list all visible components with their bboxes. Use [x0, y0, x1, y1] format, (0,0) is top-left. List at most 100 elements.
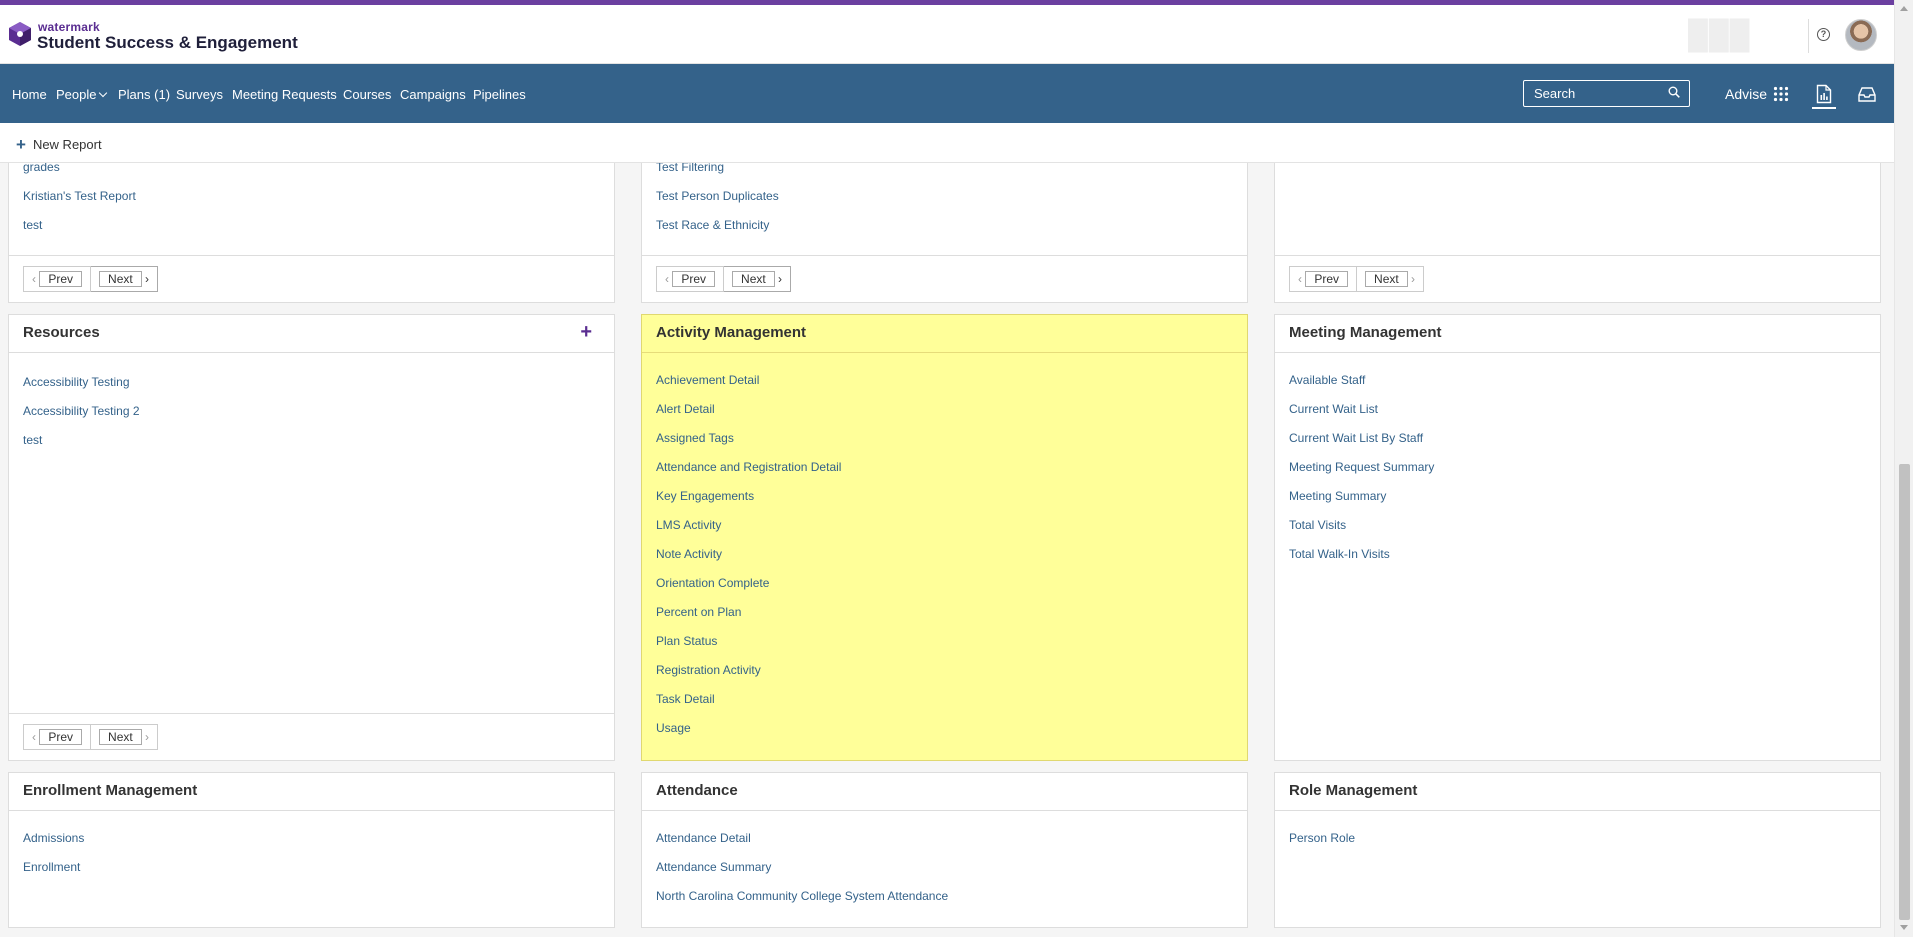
report-panel-activity-management: Activity Management Achievement Detail A…: [641, 314, 1248, 761]
nav-surveys[interactable]: Surveys: [176, 87, 223, 102]
report-link-admissions[interactable]: Admissions: [23, 831, 84, 860]
report-link-test-race-ethnicity[interactable]: Test Race & Ethnicity: [656, 218, 779, 247]
panel-title: Role Management: [1289, 782, 1418, 799]
report-list: grades Kristian's Test Report test: [23, 160, 136, 247]
report-link-accessibility-testing-2[interactable]: Accessibility Testing 2: [23, 404, 140, 433]
report-link-test[interactable]: test: [23, 433, 140, 462]
inbox-icon[interactable]: [1858, 86, 1876, 102]
report-link-attendance-summary[interactable]: Attendance Summary: [656, 860, 948, 889]
panel-title: Activity Management: [656, 324, 807, 341]
scrollbar-thumb[interactable]: [1899, 464, 1910, 920]
report-panel-role-management: Role Management Person Role: [1274, 772, 1881, 928]
scroll-up-arrow-icon[interactable]: [1900, 6, 1908, 11]
report-link-grades[interactable]: grades: [23, 160, 136, 189]
scroll-down-arrow-icon[interactable]: [1900, 925, 1908, 930]
prev-button[interactable]: ‹ Prev: [23, 266, 92, 292]
report-link-kristians-test-report[interactable]: Kristian's Test Report: [23, 189, 136, 218]
report-link-note-activity[interactable]: Note Activity: [656, 547, 841, 576]
report-list: Admissions Enrollment: [23, 831, 84, 889]
search-icon[interactable]: [1668, 86, 1680, 98]
report-link-test[interactable]: test: [23, 218, 136, 247]
report-link-meeting-summary[interactable]: Meeting Summary: [1289, 489, 1434, 518]
nav-meeting-requests[interactable]: Meeting Requests: [232, 87, 337, 102]
user-avatar[interactable]: [1845, 19, 1877, 51]
report-link-enrollment[interactable]: Enrollment: [23, 860, 84, 889]
report-link-current-wait-list-by-staff[interactable]: Current Wait List By Staff: [1289, 431, 1434, 460]
page-scrollbar[interactable]: [1894, 0, 1913, 937]
next-label: Next: [99, 271, 142, 287]
prev-button[interactable]: ‹ Prev: [656, 266, 725, 292]
report-link-assigned-tags[interactable]: Assigned Tags: [656, 431, 841, 460]
report-link-total-walk-in-visits[interactable]: Total Walk-In Visits: [1289, 547, 1434, 576]
brand-header: watermark Student Success & Engagement █…: [0, 5, 1894, 64]
report-link-test-person-duplicates[interactable]: Test Person Duplicates: [656, 189, 779, 218]
report-link-lms-activity[interactable]: LMS Activity: [656, 518, 841, 547]
report-link-registration-activity[interactable]: Registration Activity: [656, 663, 841, 692]
prev-label: Prev: [1305, 271, 1349, 287]
nav-home[interactable]: Home: [12, 87, 47, 102]
prev-label: Prev: [672, 271, 716, 287]
report-link-test-filtering[interactable]: Test Filtering: [656, 160, 779, 189]
report-link-orientation-complete[interactable]: Orientation Complete: [656, 576, 841, 605]
advise-switcher-label[interactable]: Advise: [1725, 86, 1767, 102]
next-button[interactable]: Next ›: [1357, 266, 1425, 292]
report-list: Available Staff Current Wait List Curren…: [1289, 373, 1434, 576]
report-list: Test Filtering Test Person Duplicates Te…: [656, 160, 779, 247]
panel-footer: ‹ Prev Next ›: [1275, 255, 1880, 302]
report-panel-meeting-management: Meeting Management Available Staff Curre…: [1274, 314, 1881, 761]
pager: ‹ Prev Next ›: [23, 266, 159, 292]
report-link-usage[interactable]: Usage: [656, 721, 841, 750]
report-link-attendance-registration-detail[interactable]: Attendance and Registration Detail: [656, 460, 841, 489]
app-grid-icon[interactable]: [1773, 86, 1789, 102]
report-link-achievement-detail[interactable]: Achievement Detail: [656, 373, 841, 402]
reports-icon[interactable]: [1816, 84, 1832, 104]
report-link-available-staff[interactable]: Available Staff: [1289, 373, 1434, 402]
nav-campaigns[interactable]: Campaigns: [400, 87, 466, 102]
report-link-task-detail[interactable]: Task Detail: [656, 692, 841, 721]
report-link-current-wait-list[interactable]: Current Wait List: [1289, 402, 1434, 431]
report-panel-enrollment-management: Enrollment Management Admissions Enrollm…: [8, 772, 615, 928]
brand-small-label: watermark: [38, 20, 100, 34]
nav-plans[interactable]: Plans (1): [118, 87, 170, 102]
nav-people-label: People: [56, 87, 97, 102]
header-divider: [1808, 19, 1809, 53]
new-report-label: New Report: [32, 137, 102, 152]
panel-divider: [1275, 810, 1880, 811]
report-link-total-visits[interactable]: Total Visits: [1289, 518, 1434, 547]
nav-pipelines[interactable]: Pipelines: [473, 87, 526, 102]
search-input[interactable]: [1523, 80, 1690, 107]
report-link-alert-detail[interactable]: Alert Detail: [656, 402, 841, 431]
report-link-percent-on-plan[interactable]: Percent on Plan: [656, 605, 841, 634]
nav-courses[interactable]: Courses: [343, 87, 391, 102]
active-nav-underline: [1812, 107, 1836, 109]
pager: ‹ Prev Next ›: [656, 266, 792, 292]
prev-label: Prev: [39, 271, 83, 287]
next-label: Next: [99, 729, 142, 745]
reports-toolbar: + New Report: [0, 123, 1894, 163]
report-link-plan-status[interactable]: Plan Status: [656, 634, 841, 663]
panel-divider: [642, 810, 1247, 811]
report-panel-attendance: Attendance Attendance Detail Attendance …: [641, 772, 1248, 928]
add-resource-icon[interactable]: +: [580, 321, 592, 344]
help-icon[interactable]: ?: [1817, 28, 1830, 41]
next-button[interactable]: Next ›: [724, 266, 792, 292]
report-panel-resources: Resources + Accessibility Testing Access…: [8, 314, 615, 761]
app-title[interactable]: Student Success & Engagement: [37, 33, 298, 53]
report-link-attendance-detail[interactable]: Attendance Detail: [656, 831, 948, 860]
report-link-key-engagements[interactable]: Key Engagements: [656, 489, 841, 518]
panel-divider: [642, 352, 1247, 353]
main-nav: Home People Plans (1) Surveys Meeting Re…: [0, 64, 1894, 123]
next-button[interactable]: Next ›: [91, 724, 159, 750]
next-button[interactable]: Next ›: [91, 266, 159, 292]
report-link-accessibility-testing[interactable]: Accessibility Testing: [23, 375, 140, 404]
nav-people[interactable]: People: [56, 87, 108, 102]
report-link-nccc-system-attendance[interactable]: North Carolina Community College System …: [656, 889, 948, 918]
prev-button[interactable]: ‹ Prev: [23, 724, 92, 750]
prev-button[interactable]: ‹ Prev: [1289, 266, 1358, 292]
report-link-person-role[interactable]: Person Role: [1289, 831, 1355, 860]
report-list: Accessibility Testing Accessibility Test…: [23, 375, 140, 462]
new-report-button[interactable]: + New Report: [16, 134, 102, 154]
panel-title: Resources: [23, 324, 100, 341]
prev-label: Prev: [39, 729, 83, 745]
report-link-meeting-request-summary[interactable]: Meeting Request Summary: [1289, 460, 1434, 489]
